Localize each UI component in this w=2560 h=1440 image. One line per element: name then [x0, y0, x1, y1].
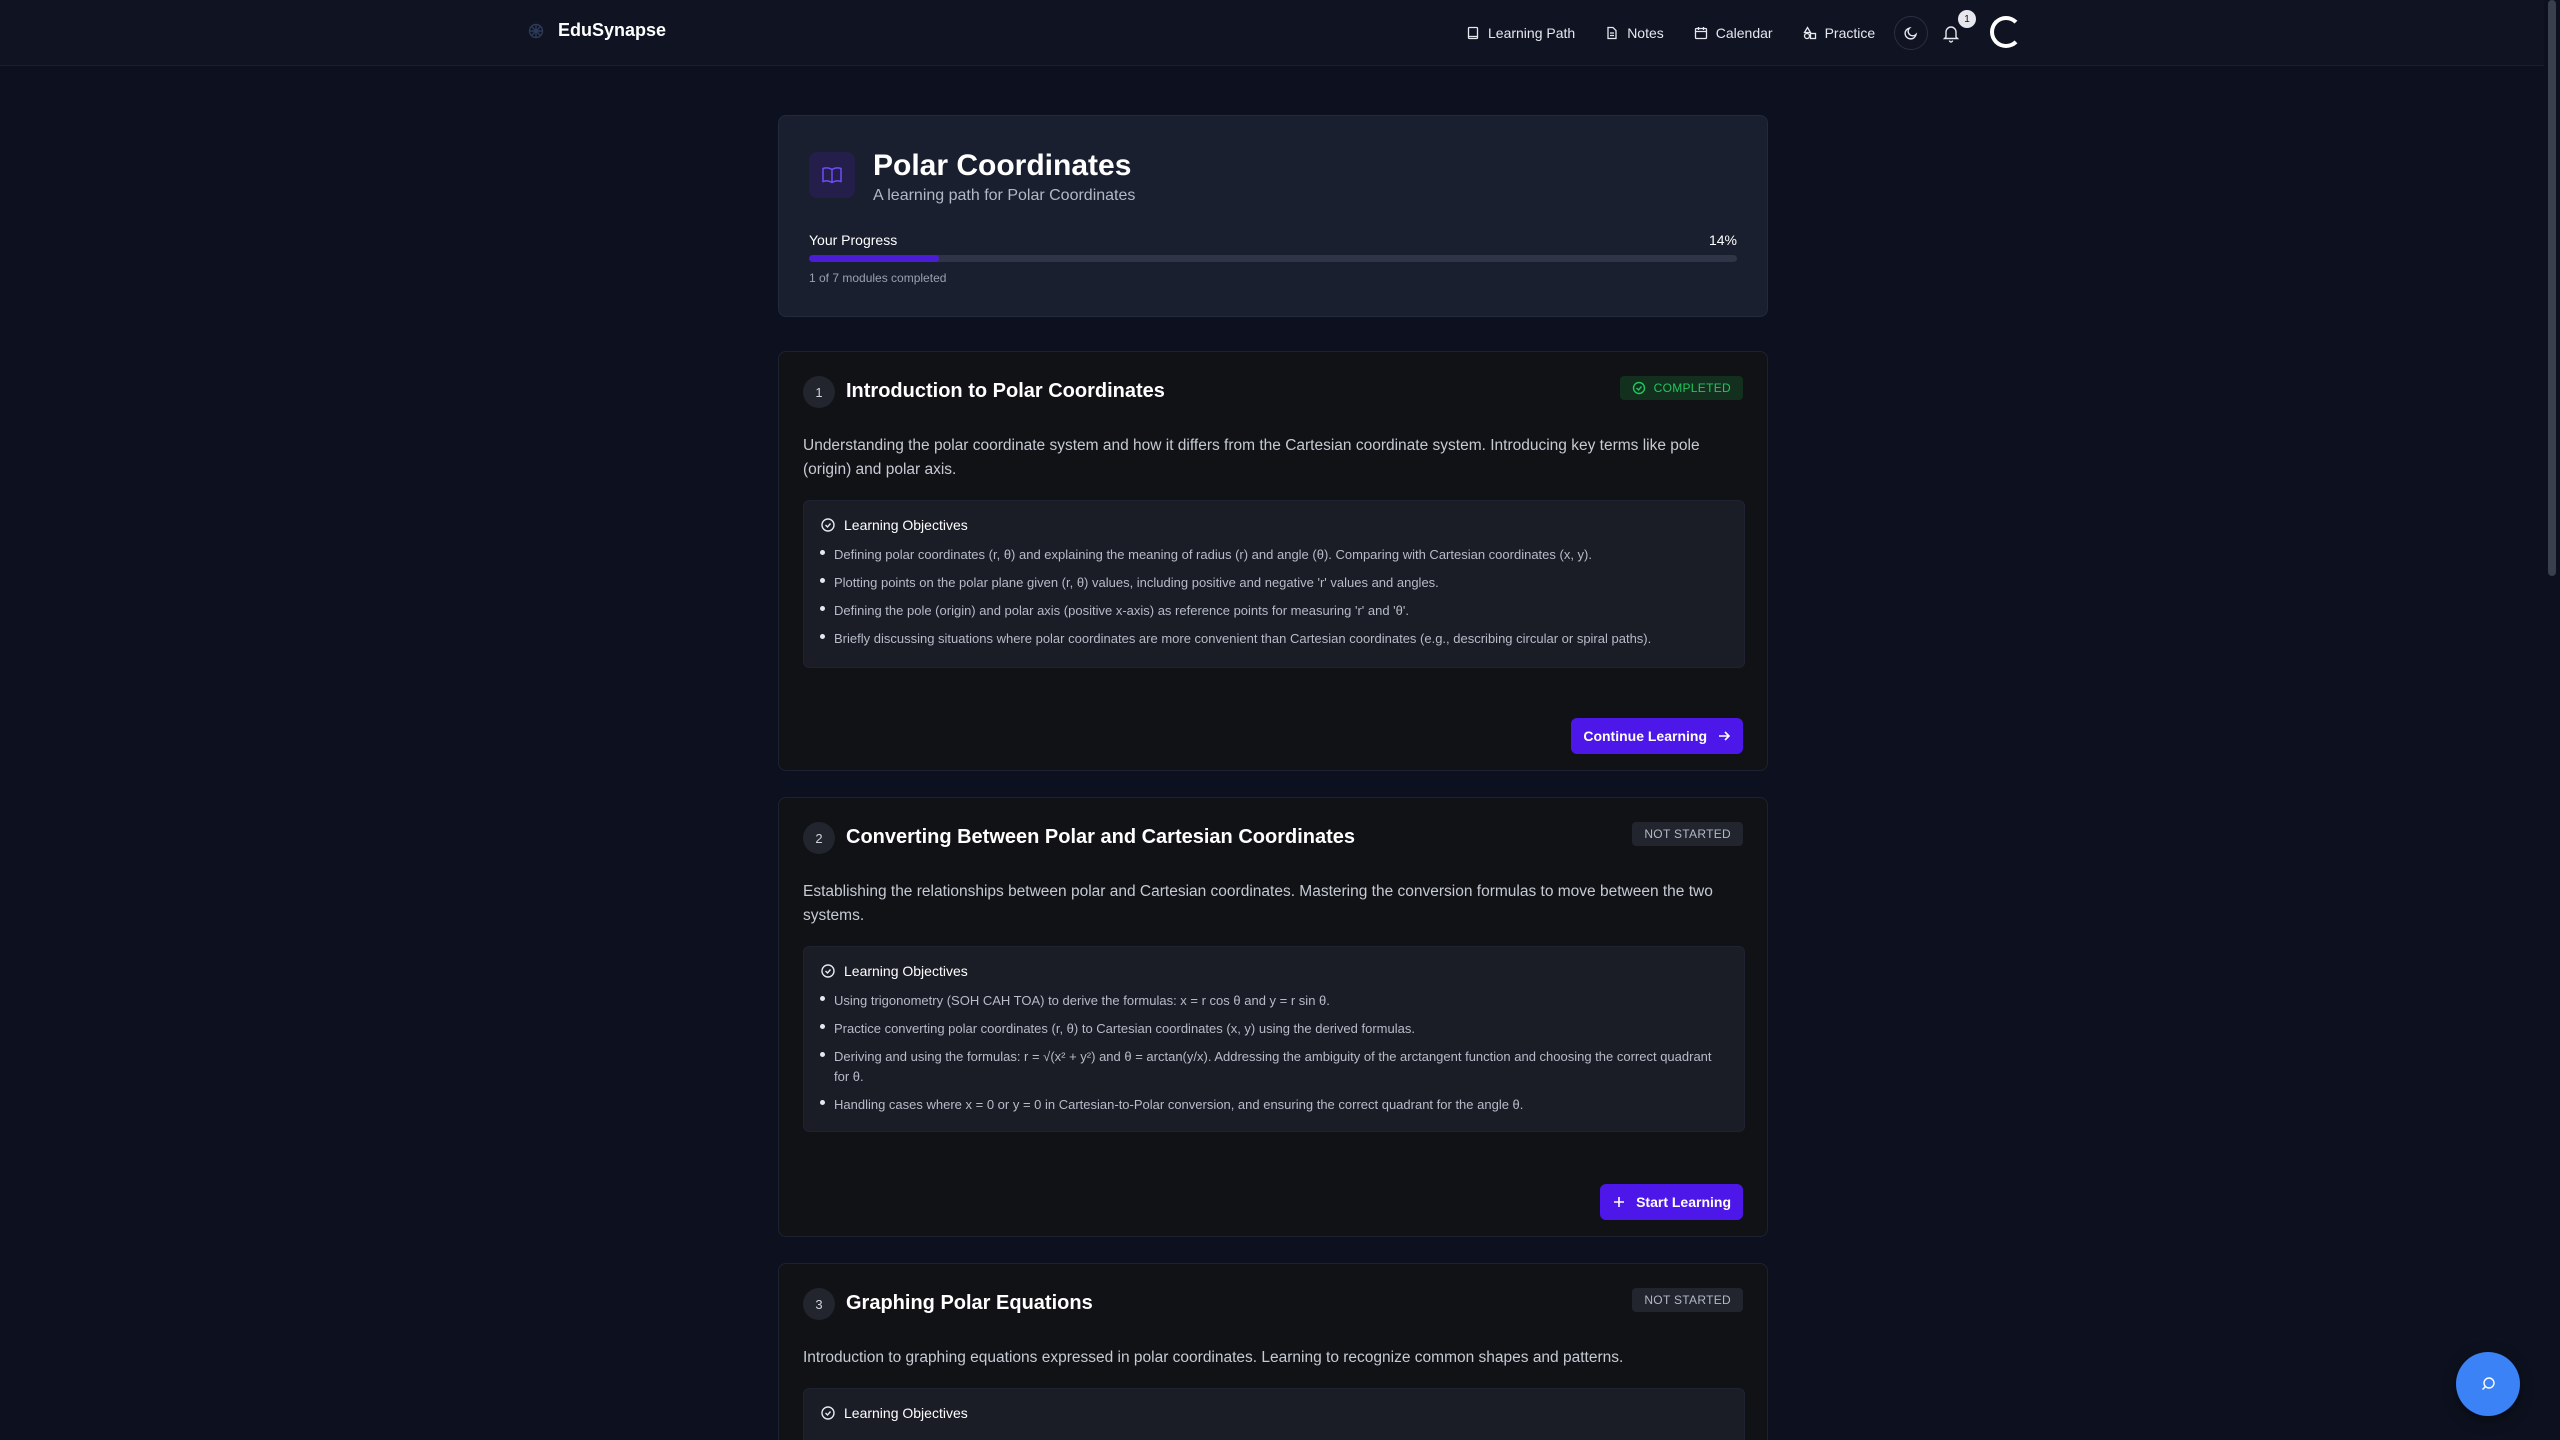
module-card: 2 Converting Between Polar and Cartesian…	[778, 797, 1768, 1237]
module-card: 3 Graphing Polar Equations NOT STARTED I…	[778, 1263, 1768, 1440]
nav-notes[interactable]: Notes	[1605, 25, 1664, 41]
check-circle-icon	[821, 964, 835, 978]
objective-item: Handling cases where x = 0 or y = 0 in C…	[820, 1095, 1730, 1115]
status-label: COMPLETED	[1653, 381, 1731, 395]
nav-practice-label: Practice	[1824, 25, 1876, 41]
calendar-icon	[1694, 27, 1707, 40]
check-circle-icon	[821, 1406, 835, 1420]
scrollbar-thumb[interactable]	[2548, 0, 2556, 576]
module-number: 3	[803, 1288, 835, 1320]
nav-learning-path[interactable]: Learning Path	[1466, 25, 1575, 41]
book-icon	[1467, 26, 1479, 40]
module-title: Introduction to Polar Coordinates	[846, 380, 1165, 402]
objective-item: Briefly discussing situations where pola…	[820, 629, 1730, 649]
objective-item: Using trigonometry (SOH CAH TOA) to deri…	[820, 991, 1730, 1011]
status-label: NOT STARTED	[1644, 1293, 1731, 1307]
nav-learning-path-label: Learning Path	[1488, 25, 1576, 41]
status-badge: COMPLETED	[1619, 376, 1743, 400]
learning-objectives: Learning Objectives Using trigonometry (…	[803, 946, 1745, 1132]
objectives-title: Learning Objectives	[844, 517, 968, 533]
chat-button[interactable]	[2456, 1352, 2520, 1416]
nav-calendar[interactable]: Calendar	[1694, 25, 1773, 41]
progress-percent: 14%	[1708, 232, 1737, 248]
main-nav: Learning Path Notes Calendar Practice	[1466, 18, 1905, 48]
status-badge: NOT STARTED	[1632, 822, 1743, 846]
file-icon	[1607, 26, 1617, 40]
module-description: Establishing the relationships between p…	[803, 883, 1713, 924]
nav-notes-label: Notes	[1627, 25, 1664, 41]
status-badge: NOT STARTED	[1632, 1288, 1743, 1312]
arrow-right-icon	[1719, 731, 1731, 741]
brand[interactable]: EduSynapse	[528, 20, 666, 41]
status-label: NOT STARTED	[1644, 827, 1731, 841]
objective-item: Plotting points on the polar plane given…	[820, 573, 1730, 593]
page-subtitle: A learning path for Polar Coordinates	[873, 187, 1136, 204]
message-circle-icon	[2482, 1377, 2495, 1390]
top-navigation-bar: EduSynapse Learning Path Notes Calendar …	[0, 0, 2544, 66]
loading-spinner	[1990, 16, 2022, 48]
shapes-icon	[1802, 26, 1816, 40]
page-title: Polar Coordinates	[873, 149, 1132, 182]
start-learning-label: Start Learning	[1636, 1194, 1731, 1210]
start-learning-button[interactable]: Start Learning	[1600, 1184, 1743, 1220]
learning-path-header: Polar Coordinates A learning path for Po…	[778, 115, 1768, 317]
objective-item: Defining the pole (origin) and polar axi…	[820, 601, 1730, 621]
module-card: 1 Introduction to Polar Coordinates COMP…	[778, 351, 1768, 771]
objective-item: Defining polar coordinates (r, θ) and ex…	[820, 545, 1730, 565]
progress-meta: 1 of 7 modules completed	[809, 271, 947, 285]
bell-icon[interactable]	[1940, 22, 1962, 44]
progress-bar	[809, 255, 1737, 262]
brain-icon	[528, 23, 544, 38]
book-open-icon	[809, 152, 855, 198]
module-title: Converting Between Polar and Cartesian C…	[846, 826, 1355, 848]
progress-label: Your Progress	[809, 232, 898, 248]
module-number: 2	[803, 822, 835, 854]
theme-toggle-button[interactable]	[1894, 16, 1928, 50]
objectives-heading: Learning Objectives	[820, 517, 968, 533]
check-circle-icon	[821, 518, 835, 532]
continue-learning-label: Continue Learning	[1583, 728, 1707, 744]
moon-icon	[1904, 26, 1918, 40]
module-number: 1	[803, 376, 835, 408]
learning-objectives: Learning Objectives Defining polar coord…	[803, 500, 1745, 668]
objectives-heading: Learning Objectives	[820, 963, 968, 979]
notification-badge: 1	[1958, 10, 1976, 28]
learning-objectives: Learning Objectives	[803, 1388, 1745, 1440]
nav-calendar-label: Calendar	[1715, 25, 1773, 41]
continue-learning-button[interactable]: Continue Learning	[1571, 718, 1743, 754]
progress-bar-fill	[809, 255, 939, 262]
check-circle-icon	[1632, 381, 1645, 395]
objectives-title: Learning Objectives	[844, 963, 968, 979]
objectives-list: Using trigonometry (SOH CAH TOA) to deri…	[820, 991, 1730, 1123]
objective-item: Practice converting polar coordinates (r…	[820, 1019, 1730, 1039]
plus-icon	[1614, 1197, 1625, 1207]
module-description: Introduction to graphing equations expre…	[803, 1349, 1624, 1366]
module-title: Graphing Polar Equations	[846, 1292, 1093, 1314]
objective-item: Deriving and using the formulas: r = √(x…	[820, 1047, 1730, 1087]
nav-practice[interactable]: Practice	[1802, 25, 1876, 41]
objectives-heading: Learning Objectives	[820, 1405, 968, 1421]
module-description: Understanding the polar coordinate syste…	[803, 437, 1700, 478]
objectives-list: Defining polar coordinates (r, θ) and ex…	[820, 545, 1730, 657]
objectives-title: Learning Objectives	[844, 1405, 968, 1421]
app-name: EduSynapse	[558, 20, 667, 40]
